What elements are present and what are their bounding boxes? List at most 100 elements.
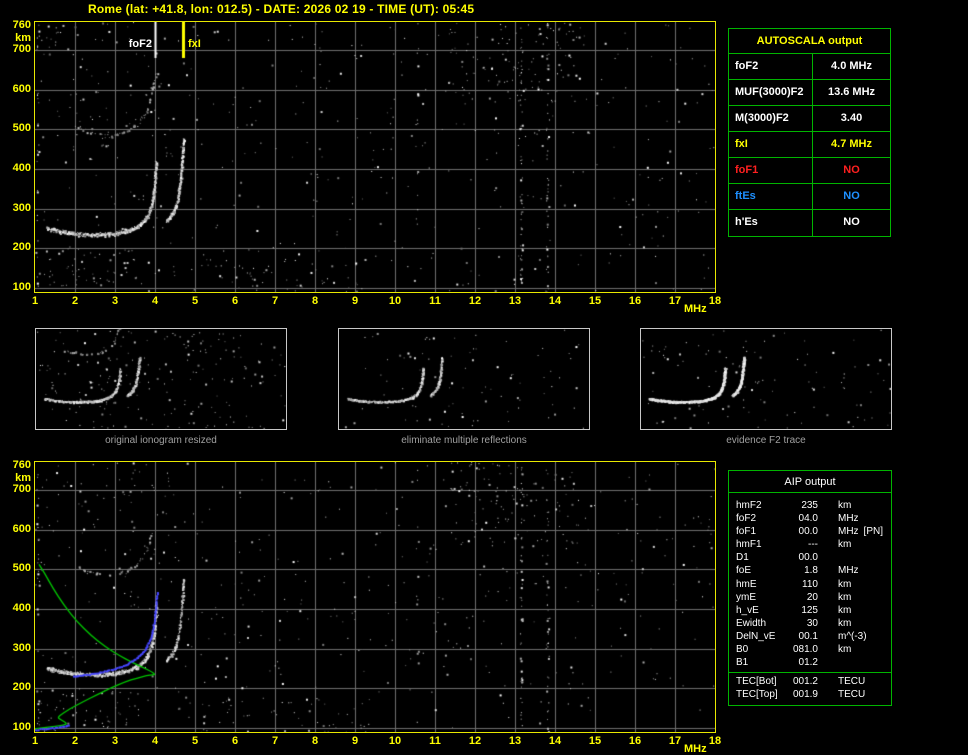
- ionogram-canvas-bottom: [35, 462, 715, 732]
- x-axis-tick: 4: [152, 736, 158, 747]
- aip-row: hmE110km: [729, 578, 891, 591]
- parameter-flag: [PN]: [864, 525, 891, 538]
- parameter-label: D1: [729, 551, 785, 564]
- parameter-label: B1: [729, 656, 785, 669]
- parameter-label: foF1: [729, 525, 785, 538]
- x-axis-tick: 18: [709, 736, 721, 747]
- y-axis-tick: 600: [0, 524, 31, 535]
- x-axis-tick: 1: [32, 296, 38, 307]
- aip-row: hmF2235km: [729, 499, 891, 512]
- aip-row: TEC[Bot]001.2TECU: [729, 675, 891, 688]
- parameter-value: 13.6 MHz: [813, 80, 890, 105]
- parameter-unit: km: [818, 617, 851, 630]
- x-axis-unit-label: MHz: [684, 744, 707, 755]
- y-axis-tick: 300: [0, 203, 31, 214]
- parameter-value: 1.8: [785, 564, 818, 577]
- x-axis-tick: 6: [232, 736, 238, 747]
- parameter-label: foE: [729, 564, 785, 577]
- parameter-unit: m^(-3): [818, 630, 867, 643]
- autoscala-table-title: AUTOSCALA output: [729, 29, 890, 54]
- thumbnail-panel: [35, 328, 287, 430]
- parameter-value: 3.40: [813, 106, 890, 131]
- x-axis-tick: 18: [709, 296, 721, 307]
- y-axis-tick: 760: [0, 460, 31, 471]
- x-axis-tick: 15: [589, 296, 601, 307]
- parameter-label: M(3000)F2: [729, 106, 813, 131]
- parameter-label: MUF(3000)F2: [729, 80, 813, 105]
- y-axis-tick: 600: [0, 84, 31, 95]
- parameter-label: foF2: [729, 54, 813, 79]
- x-axis-tick: 14: [549, 736, 561, 747]
- parameter-label: h'Es: [729, 210, 813, 236]
- aip-row: TEC[Top]001.9TECU: [729, 688, 891, 701]
- parameter-unit: km: [818, 604, 851, 617]
- y-axis-tick: 700: [0, 44, 31, 55]
- aip-row: B101.2: [729, 656, 891, 669]
- parameter-value: ---: [785, 538, 818, 551]
- parameter-label: foF1: [729, 158, 813, 183]
- parameter-unit: km: [818, 643, 851, 656]
- parameter-value: 001.9: [785, 688, 818, 701]
- x-axis-tick: 14: [549, 296, 561, 307]
- aip-row: h_vE125km: [729, 604, 891, 617]
- x-axis-tick: 5: [192, 296, 198, 307]
- aip-tec-rows: TEC[Bot]001.2TECUTEC[Top]001.9TECU: [729, 675, 891, 701]
- aip-table-rows: hmF2235kmfoF204.0MHzfoF100.0MHz[PN]hmF1-…: [729, 499, 891, 669]
- aip-row: Ewidth30km: [729, 617, 891, 630]
- aip-row: foF100.0MHz[PN]: [729, 525, 891, 538]
- ionogram-canvas-top: [35, 22, 715, 292]
- parameter-value: 4.0 MHz: [813, 54, 890, 79]
- thumbnail-canvas: [339, 329, 589, 429]
- y-axis-tick: 700: [0, 484, 31, 495]
- x-axis-tick: 13: [509, 296, 521, 307]
- x-axis-tick: 5: [192, 736, 198, 747]
- autoscala-row: MUF(3000)F213.6 MHz: [729, 80, 890, 106]
- parameter-value: NO: [813, 184, 890, 209]
- y-axis-tick: 760: [0, 20, 31, 31]
- x-axis-tick: 10: [389, 296, 401, 307]
- x-axis-tick: 13: [509, 736, 521, 747]
- parameter-value: 110: [785, 578, 818, 591]
- parameter-unit: km: [818, 499, 851, 512]
- parameter-label: TEC[Top]: [729, 688, 785, 701]
- ionogram-plot-top: foF2 fxI: [34, 21, 716, 293]
- aip-row: foE1.8MHz: [729, 564, 891, 577]
- x-axis-tick: 9: [352, 296, 358, 307]
- parameter-value: 00.0: [785, 551, 818, 564]
- station-date-time-title: Rome (lat: +41.8, lon: 012.5) - DATE: 20…: [88, 2, 474, 16]
- y-axis-unit-label: km: [0, 33, 31, 44]
- parameter-label: B0: [729, 643, 785, 656]
- parameter-label: TEC[Bot]: [729, 675, 785, 688]
- thumbnail-panel: [640, 328, 892, 430]
- x-axis-tick: 11: [429, 736, 441, 747]
- autoscala-row: foF24.0 MHz: [729, 54, 890, 80]
- x-axis-tick: 15: [589, 736, 601, 747]
- parameter-unit: TECU: [818, 688, 865, 701]
- parameter-value: 30: [785, 617, 818, 630]
- y-axis-tick: 100: [0, 722, 31, 733]
- y-axis-tick: 300: [0, 643, 31, 654]
- parameter-value: 00.0: [785, 525, 818, 538]
- x-axis-tick: 16: [629, 736, 641, 747]
- parameter-value: 081.0: [785, 643, 818, 656]
- x-axis-tick: 7: [272, 736, 278, 747]
- autoscala-output-table: AUTOSCALA output foF24.0 MHzMUF(3000)F21…: [728, 28, 891, 237]
- x-axis-tick: 12: [469, 736, 481, 747]
- x-axis-tick: 8: [312, 296, 318, 307]
- thumbnail-canvas: [36, 329, 286, 429]
- parameter-label: hmE: [729, 578, 785, 591]
- y-axis-tick: 500: [0, 563, 31, 574]
- x-axis-tick: 11: [429, 296, 441, 307]
- parameter-value: 235: [785, 499, 818, 512]
- y-axis-tick: 400: [0, 603, 31, 614]
- autoscala-row: ftEsNO: [729, 184, 890, 210]
- aip-row: foF204.0MHz: [729, 512, 891, 525]
- parameter-unit: MHz: [818, 564, 859, 577]
- parameter-unit: km: [818, 578, 851, 591]
- parameter-label: fxI: [729, 132, 813, 157]
- autoscala-window: Rome (lat: +41.8, lon: 012.5) - DATE: 20…: [0, 0, 968, 755]
- parameter-label: DelN_vE: [729, 630, 785, 643]
- aip-row: DelN_vE00.1m^(-3): [729, 630, 891, 643]
- x-axis-tick: 16: [629, 296, 641, 307]
- parameter-unit: km: [818, 591, 851, 604]
